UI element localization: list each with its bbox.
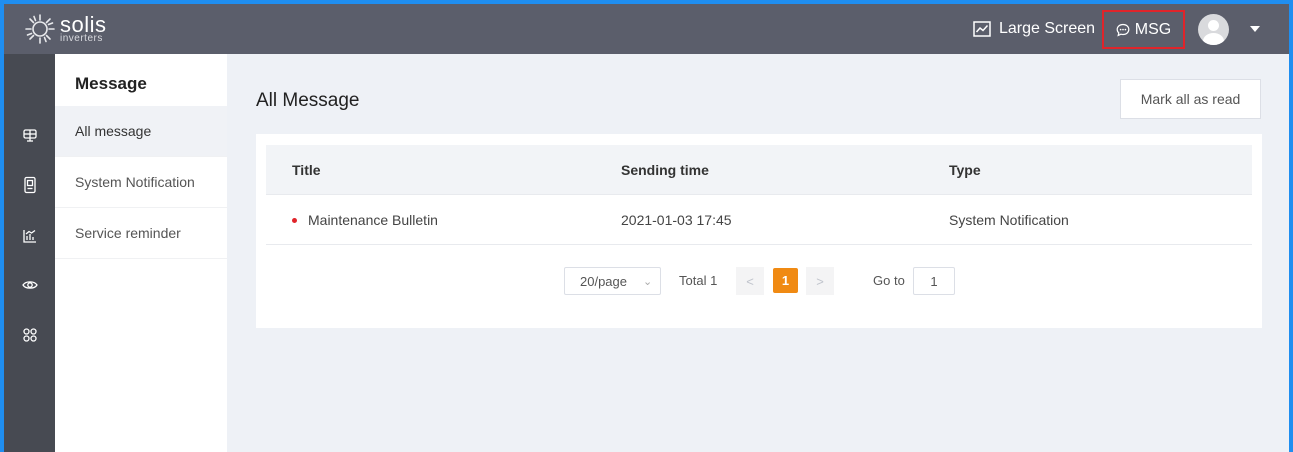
page-number-current[interactable]: 1 [773, 268, 798, 293]
submenu-item-service-reminder[interactable]: Service reminder [55, 208, 227, 259]
submenu-item-label: System Notification [75, 174, 195, 190]
icon-rail [4, 54, 55, 452]
chat-bubble-icon [1116, 23, 1130, 37]
user-menu-caret-icon[interactable] [1250, 26, 1260, 32]
large-screen-button[interactable]: Large Screen [973, 17, 1095, 41]
chevron-left-icon: < [746, 273, 754, 289]
goto-page-input[interactable] [913, 267, 955, 295]
next-page-button[interactable]: > [806, 267, 834, 295]
rail-item-device[interactable] [4, 169, 55, 201]
app-frame: solis inverters Large Screen MSG Message… [4, 4, 1289, 452]
page-size-select[interactable]: 20/page ⌄ [564, 267, 661, 295]
rail-item-plant[interactable] [4, 119, 55, 151]
submenu-item-label: All message [75, 123, 152, 139]
table-row[interactable]: Maintenance Bulletin 2021-01-03 17:45 Sy… [266, 195, 1252, 245]
column-header-sending-time[interactable]: Sending time [621, 145, 709, 195]
rail-item-monitor[interactable] [4, 269, 55, 301]
submenu-item-label: Service reminder [75, 225, 181, 241]
submenu-title: Message [75, 74, 147, 93]
total-count: Total 1 [679, 273, 718, 288]
logo-subtitle: inverters [60, 33, 103, 44]
chevron-down-icon: ⌄ [643, 276, 653, 288]
page-size-value: 20/page [580, 274, 627, 289]
mark-all-read-button[interactable]: Mark all as read [1120, 79, 1261, 119]
top-bar: solis inverters Large Screen MSG [4, 4, 1289, 54]
message-table-card: Title Sending time Type Maintenance Bull… [256, 134, 1262, 328]
analytics-icon [22, 229, 36, 243]
apps-icon [22, 328, 37, 342]
avatar-head [1208, 20, 1219, 31]
message-type: System Notification [949, 212, 1069, 228]
unread-dot [292, 218, 297, 223]
rail-item-analytics[interactable] [4, 220, 55, 252]
large-screen-label: Large Screen [999, 20, 1096, 37]
logo[interactable]: solis inverters [22, 11, 107, 47]
message-sending-time: 2021-01-03 17:45 [621, 212, 732, 228]
page-title: All Message [256, 90, 360, 111]
device-icon [23, 176, 36, 194]
chevron-right-icon: > [816, 273, 824, 289]
plant-icon [22, 129, 37, 142]
message-submenu: Message All message System Notification … [55, 54, 227, 452]
avatar[interactable] [1198, 14, 1229, 45]
monitor-icon [21, 281, 38, 289]
msg-button[interactable]: MSG [1102, 10, 1185, 49]
submenu-item-all-message[interactable]: All message [55, 106, 227, 157]
submenu-item-system-notification[interactable]: System Notification [55, 157, 227, 208]
prev-page-button[interactable]: < [736, 267, 764, 295]
goto-label: Go to [873, 273, 905, 288]
column-header-title[interactable]: Title [292, 145, 321, 195]
rail-item-apps[interactable] [4, 319, 55, 351]
sun-logo-icon [25, 14, 55, 44]
message-title[interactable]: Maintenance Bulletin [308, 195, 438, 245]
avatar-body [1203, 33, 1224, 45]
line-chart-icon [973, 21, 991, 37]
table-header: Title Sending time Type [266, 145, 1252, 195]
msg-label: MSG [1134, 20, 1172, 38]
column-header-type[interactable]: Type [949, 145, 981, 195]
